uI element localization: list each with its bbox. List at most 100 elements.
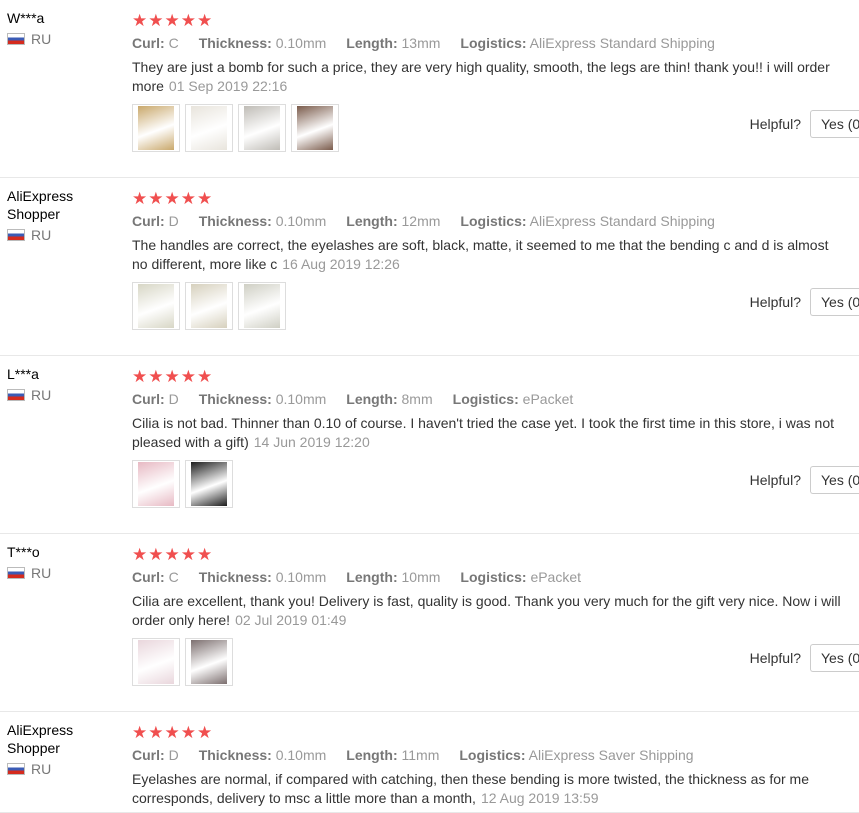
helpful-yes-button[interactable]: Yes (0 (810, 288, 859, 316)
review-content: ★ ★ ★ ★ ★ Curl: D Thickness: 0.10mm Length: 11m… (132, 723, 852, 808)
photo-image (138, 106, 174, 150)
review-text: Cilia are excellent, thank you! Delivery… (132, 592, 847, 630)
review-text: Eyelashes are normal, if compared with c… (132, 770, 847, 808)
star-icon: ★ (197, 188, 213, 208)
attribute-key: Curl: (132, 213, 165, 229)
helpful-yes-button[interactable]: Yes (0 (810, 466, 859, 494)
star-icon: ★ (197, 544, 213, 564)
order-attribute: Thickness: 0.10mm (199, 568, 327, 586)
attribute-key: Length: (346, 569, 398, 585)
attribute-value: D (168, 391, 179, 407)
review-photos (132, 282, 286, 330)
order-attribute: Logistics: ePacket (460, 568, 581, 586)
country-code: RU (31, 227, 52, 243)
review-photo[interactable] (132, 104, 180, 152)
attribute-key: Logistics: (460, 35, 527, 51)
star-icon: ★ (164, 722, 180, 742)
review-photo[interactable] (132, 638, 180, 686)
order-attributes: Curl: C Thickness: 0.10mm Length: 13mm Logi… (132, 34, 852, 52)
attribute-value: AliExpress Standard Shipping (529, 213, 715, 229)
star-icon: ★ (180, 10, 196, 30)
star-icon: ★ (197, 10, 213, 30)
attribute-value: ePacket (530, 569, 582, 585)
review-photo[interactable] (132, 282, 180, 330)
order-attribute: Curl: C (132, 568, 179, 586)
russia-flag-icon (7, 229, 25, 241)
attribute-key: Length: (346, 35, 398, 51)
attribute-value: ePacket (522, 391, 574, 407)
reviewer-name: T***o (7, 544, 40, 560)
helpful-yes-button[interactable]: Yes (0 (810, 644, 859, 672)
attribute-key: Thickness: (198, 747, 272, 763)
helpful-yes-button[interactable]: Yes (0 (810, 110, 859, 138)
order-attribute: Thickness: 0.10mm (199, 390, 327, 408)
attribute-key: Curl: (132, 391, 165, 407)
review-photos (132, 104, 339, 152)
order-attribute: Length: 13mm (346, 34, 440, 52)
star-icon: ★ (180, 366, 196, 386)
review-body: Cilia is not bad. Thinner than 0.10 of c… (132, 415, 834, 450)
order-attributes: Curl: D Thickness: 0.10mm Length: 12mm Logi… (132, 212, 852, 230)
attribute-value: C (168, 35, 179, 51)
review-photo[interactable] (185, 282, 233, 330)
review-date: 14 Jun 2019 12:20 (253, 434, 370, 450)
review-photo[interactable] (185, 460, 233, 508)
attribute-value: 11mm (401, 747, 440, 763)
star-icon: ★ (164, 10, 180, 30)
attribute-key: Curl: (132, 747, 165, 763)
review-photo[interactable] (185, 638, 233, 686)
order-attribute: Length: 10mm (346, 568, 440, 586)
star-icon: ★ (148, 722, 164, 742)
star-icon: ★ (148, 366, 164, 386)
review-photo[interactable] (238, 282, 286, 330)
star-icon: ★ (132, 10, 148, 30)
photo-image (244, 106, 280, 150)
star-rating: ★ ★ ★ ★ ★ (132, 11, 852, 29)
order-attribute: Curl: C (132, 34, 179, 52)
review-item: AliExpress Shopper RU ★ ★ ★ ★ ★ Curl: D Thicknes… (0, 712, 859, 813)
star-icon: ★ (148, 188, 164, 208)
attribute-key: Thickness: (198, 391, 272, 407)
reviewer-info: W***a RU (7, 9, 122, 48)
photo-image (191, 640, 227, 684)
attribute-value: 0.10mm (275, 569, 327, 585)
reviewer-info: T***o RU (7, 543, 122, 582)
reviewer-info: L***a RU (7, 365, 122, 404)
review-content: ★ ★ ★ ★ ★ Curl: C Thickness: 0.10mm Length: 10m… (132, 545, 852, 630)
review-photos (132, 638, 233, 686)
review-photo[interactable] (238, 104, 286, 152)
review-item: W***a RU ★ ★ ★ ★ ★ Curl: C Thickness: 0.10mm Leng… (0, 0, 859, 178)
review-date: 12 Aug 2019 13:59 (480, 790, 599, 806)
review-text: Cilia is not bad. Thinner than 0.10 of c… (132, 414, 847, 452)
order-attribute: Length: 12mm (346, 212, 440, 230)
review-photo[interactable] (132, 460, 180, 508)
attribute-key: Length: (346, 213, 398, 229)
star-rating: ★ ★ ★ ★ ★ (132, 367, 852, 385)
country-code: RU (31, 565, 52, 581)
reviewer-name: AliExpress Shopper (7, 188, 74, 222)
order-attribute: Curl: D (132, 390, 179, 408)
star-icon: ★ (180, 722, 196, 742)
star-icon: ★ (164, 188, 180, 208)
star-icon: ★ (180, 188, 196, 208)
attribute-value: 0.10mm (275, 35, 327, 51)
star-rating: ★ ★ ★ ★ ★ (132, 723, 852, 741)
star-icon: ★ (132, 544, 148, 564)
attribute-key: Curl: (132, 35, 165, 51)
review-photo[interactable] (291, 104, 339, 152)
reviewer-name: AliExpress Shopper (7, 722, 74, 756)
star-rating: ★ ★ ★ ★ ★ (132, 545, 852, 563)
star-icon: ★ (132, 722, 148, 742)
helpful-label: Helpful? (749, 472, 801, 488)
attribute-key: Length: (346, 391, 398, 407)
review-content: ★ ★ ★ ★ ★ Curl: D Thickness: 0.10mm Length: 8mm… (132, 367, 852, 452)
review-text: They are just a bomb for such a price, t… (132, 58, 847, 96)
review-photo[interactable] (185, 104, 233, 152)
russia-flag-icon (7, 763, 25, 775)
photo-image (138, 640, 174, 684)
attribute-key: Length: (346, 747, 398, 763)
reviewer-country: RU (7, 30, 122, 48)
helpful-vote: Helpful? Yes (0 (750, 288, 859, 316)
helpful-vote: Helpful? Yes (0 (750, 466, 859, 494)
review-content: ★ ★ ★ ★ ★ Curl: C Thickness: 0.10mm Length: 13m… (132, 11, 852, 96)
